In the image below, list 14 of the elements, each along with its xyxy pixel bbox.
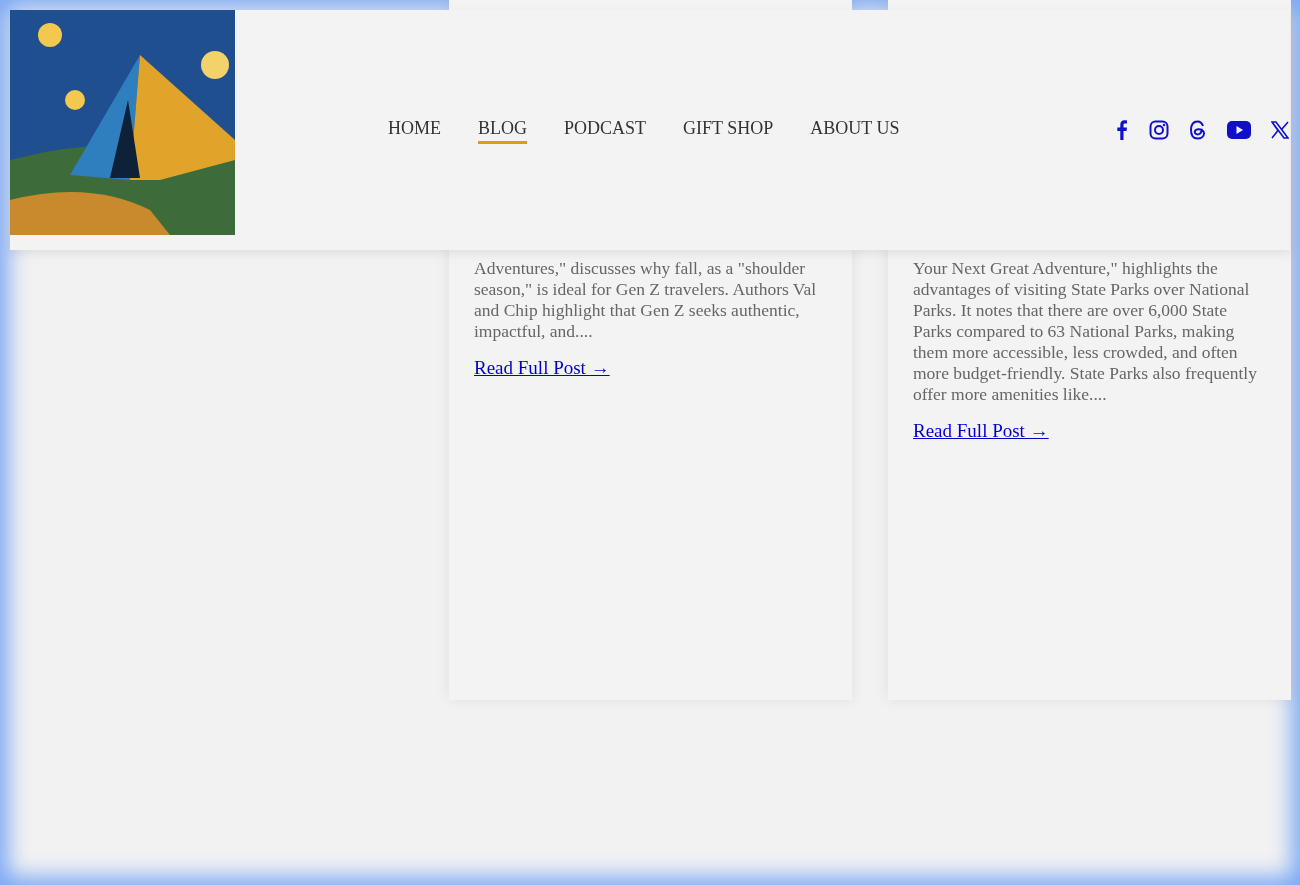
x-logo-icon[interactable] (1271, 121, 1289, 139)
nav-link[interactable]: BLOG (478, 117, 527, 144)
read-more-link[interactable]: Read Full Post → (913, 420, 1049, 442)
read-more-link[interactable]: Read Full Post → (474, 357, 610, 379)
nav-link[interactable]: PODCAST (564, 117, 647, 144)
at-sign-icon[interactable] (1189, 120, 1207, 140)
post-excerpt: Adventures," discusses why fall, as a "shoulder season," is ideal for Gen Z travelers. Authors Val and Chip highlight that Gen Z seeks authentic, impactful, and.... (474, 258, 818, 342)
nav-link[interactable]: GIFT SHOP (683, 117, 774, 144)
facebook-icon[interactable] (1115, 120, 1129, 140)
nav-link[interactable]: HOME (388, 117, 441, 144)
post-excerpt: Your Next Great Adventure," highlights the advantages of visiting State Parks over National Parks. It notes that there are over 6,000 State Parks compared to 63 National Parks, making them more accessible, less crowded, and often more budget-friendly. State Parks also frequently offer more amenities like.... (913, 258, 1258, 405)
nav-link[interactable]: ABOUT US (810, 117, 900, 144)
play-icon[interactable] (1227, 121, 1251, 139)
instagram-icon[interactable] (1149, 120, 1169, 140)
